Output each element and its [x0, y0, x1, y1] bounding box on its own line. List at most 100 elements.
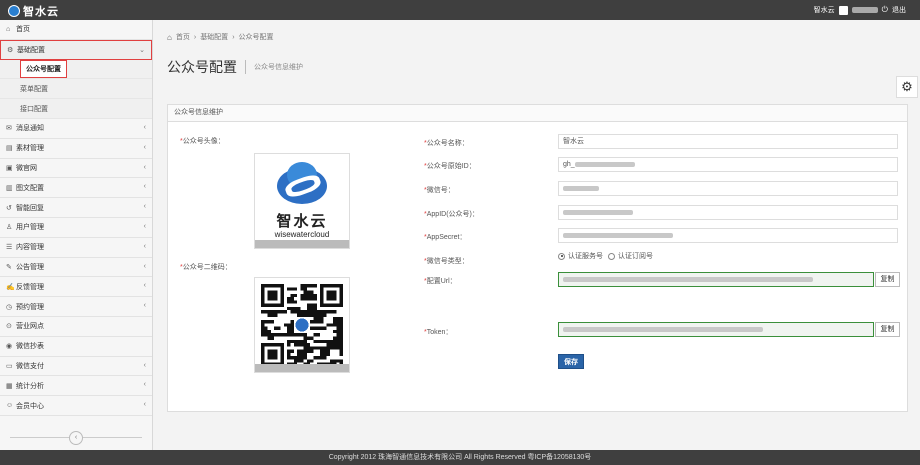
sidebar-item[interactable]: ☺ 会员中心 ‹	[0, 396, 152, 416]
payment-icon: ▭	[6, 362, 13, 370]
chevron-left-icon: ‹	[143, 163, 146, 171]
page-subtitle: 公众号信息维护	[254, 64, 303, 71]
breadcrumb-current: 公众号配置	[238, 34, 274, 41]
radio-service-account[interactable]: 认证服务号	[558, 251, 603, 261]
image-caption-strip	[255, 240, 349, 248]
sidebar-item[interactable]: ▥ 图文配置 ‹	[0, 178, 152, 199]
url-label: *配置Url：	[424, 278, 457, 285]
chevron-left-icon: ‹	[143, 143, 146, 151]
breadcrumb: ⌂ 首页 › 基础配置 › 公众号配置	[167, 32, 274, 42]
account-avatar-image[interactable]: 智水云 wisewatercloud	[254, 153, 350, 249]
message-icon: ✉	[6, 125, 12, 133]
radio-selected-icon	[558, 252, 565, 260]
config-url-field[interactable]	[558, 272, 874, 287]
user-account-blurred	[851, 7, 878, 13]
sidebar: ⌂ 首页 ⚙ 基础配置 ⌄ 公众号配置 菜单配置 接口配置 ✉ 消息通知 ‹ ▤ 素材管理 ‹ ▣ 微官网 ‹ ▥…	[0, 20, 153, 450]
redacted-value	[563, 326, 763, 332]
logo-text-en: wisewatercloud	[274, 230, 330, 239]
chevron-left-icon: ‹	[143, 262, 146, 270]
gear-icon: ⚙	[7, 46, 14, 54]
auto-reply-icon: ↺	[6, 204, 12, 212]
sidebar-subitem[interactable]: 接口配置	[0, 99, 152, 119]
sidebar-item-label: 内容管理	[16, 244, 44, 252]
account-qr-image[interactable]	[254, 277, 350, 373]
sidebar-item[interactable]: ◉ 微信抄表	[0, 337, 152, 357]
sidebar-item[interactable]: ⌂ 首页	[0, 20, 152, 40]
power-icon[interactable]: ⏻	[882, 5, 888, 15]
collapse-sidebar-icon[interactable]: ‹	[69, 431, 83, 445]
chevron-left-icon: ‹	[143, 401, 146, 409]
booking-icon: ◷	[6, 303, 13, 311]
copy-token-button[interactable]: 复制	[875, 322, 900, 337]
name-label: *公众号名称：	[424, 140, 469, 147]
cloud-logo-icon	[271, 160, 333, 208]
sidebar-item[interactable]: ▭ 微信支付 ‹	[0, 357, 152, 377]
brand-logo[interactable]: 智水云	[8, 3, 59, 19]
chevron-left-icon: ‹	[143, 183, 146, 191]
member-icon: ☺	[6, 402, 14, 410]
chevron-left-icon: ‹	[143, 282, 146, 290]
token-field[interactable]	[558, 322, 874, 337]
avatar-label: *公众号头像：	[180, 138, 225, 145]
sidebar-item[interactable]: ⚙ 基础配置 ⌄	[0, 39, 152, 60]
site-icon: ▣	[6, 164, 13, 172]
redacted-value	[563, 209, 633, 215]
save-button[interactable]: 保存	[558, 354, 584, 369]
sidebar-item[interactable]: ☰ 内容管理 ‹	[0, 238, 152, 258]
radio-subscription-account[interactable]: 认证订阅号	[608, 251, 653, 261]
home-icon: ⌂	[6, 25, 11, 33]
sidebar-item[interactable]: ✍ 反馈管理 ‹	[0, 277, 152, 298]
sidebar-subitem-label: 接口配置	[20, 105, 48, 113]
sidebar-item-label: 微信支付	[16, 362, 44, 370]
user-icon: ♙	[6, 224, 13, 232]
logout-link[interactable]: 退出	[892, 5, 906, 15]
appid-field[interactable]	[558, 205, 898, 220]
sidebar-item[interactable]: ♙ 用户管理 ‹	[0, 218, 152, 238]
sidebar-item[interactable]: ◷ 预约管理 ‹	[0, 297, 152, 317]
token-label: *Token：	[424, 329, 453, 336]
chevron-down-icon: ⌄	[139, 46, 145, 54]
appid-label: *AppID(公众号)：	[424, 211, 479, 218]
wechat-id-field[interactable]	[558, 181, 898, 196]
sidebar-item[interactable]: ⊙ 营业网点	[0, 317, 152, 337]
settings-gear-icon[interactable]: ⚙	[896, 76, 918, 98]
avatar[interactable]	[838, 5, 848, 15]
chevron-left-icon: ‹	[143, 302, 146, 310]
divider	[245, 60, 246, 74]
user-name: 智水云	[813, 7, 835, 14]
main-content: ⌂ 首页 › 基础配置 › 公众号配置 公众号配置 公众号信息维护 ⚙ 公众号信…	[153, 20, 920, 450]
sidebar-subitem[interactable]: 菜单配置	[0, 79, 152, 100]
sidebar-subitem[interactable]: 公众号配置	[0, 59, 152, 80]
account-name-field[interactable]: 智水云	[558, 134, 898, 149]
chevron-left-icon: ‹	[143, 242, 146, 250]
location-icon: ⊙	[6, 323, 12, 331]
sidebar-subitem-label: 公众号配置	[20, 59, 67, 78]
sidebar-item[interactable]: ✉ 消息通知 ‹	[0, 119, 152, 139]
page-header: 公众号配置 公众号信息维护	[167, 57, 303, 77]
sidebar-item[interactable]: ▦ 统计分析 ‹	[0, 376, 152, 397]
footer-copyright: Copyright 2012 珠海智通信息技术有限公司 All Rights R…	[0, 450, 920, 465]
qr-code-icon	[261, 284, 343, 366]
meter-icon: ◉	[6, 343, 13, 351]
breadcrumb-home[interactable]: 首页	[176, 32, 190, 42]
sidebar-item[interactable]: ▤ 素材管理 ‹	[0, 139, 152, 159]
image-caption-strip	[255, 364, 349, 372]
sidebar-item-label: 营业网点	[16, 323, 44, 331]
sidebar-item[interactable]: ✎ 公告管理 ‹	[0, 258, 152, 278]
sidebar-item-label: 消息通知	[16, 125, 44, 133]
copy-url-button[interactable]: 复制	[875, 272, 900, 287]
content-icon: ☰	[6, 244, 13, 252]
sidebar-collapse: ‹	[0, 430, 152, 445]
sidebar-item-label: 智能回复	[16, 204, 44, 212]
user-box: 智水云 ⏻ 退出	[814, 5, 906, 15]
sidebar-item[interactable]: ▣ 微官网 ‹	[0, 159, 152, 179]
chevron-left-icon: ‹	[143, 203, 146, 211]
appsecret-field[interactable]	[558, 228, 898, 243]
original-id-field[interactable]: gh_	[558, 157, 898, 172]
brand-icon	[8, 5, 20, 17]
breadcrumb-basic-config[interactable]: 基础配置	[200, 32, 228, 42]
account-panel: 公众号信息维护 *公众号头像： 智水云 wisewatercloud *公众号二…	[167, 104, 908, 412]
sidebar-item[interactable]: ↺ 智能回复 ‹	[0, 198, 152, 218]
home-icon: ⌂	[167, 32, 172, 42]
sidebar-item-label: 微官网	[16, 164, 37, 172]
